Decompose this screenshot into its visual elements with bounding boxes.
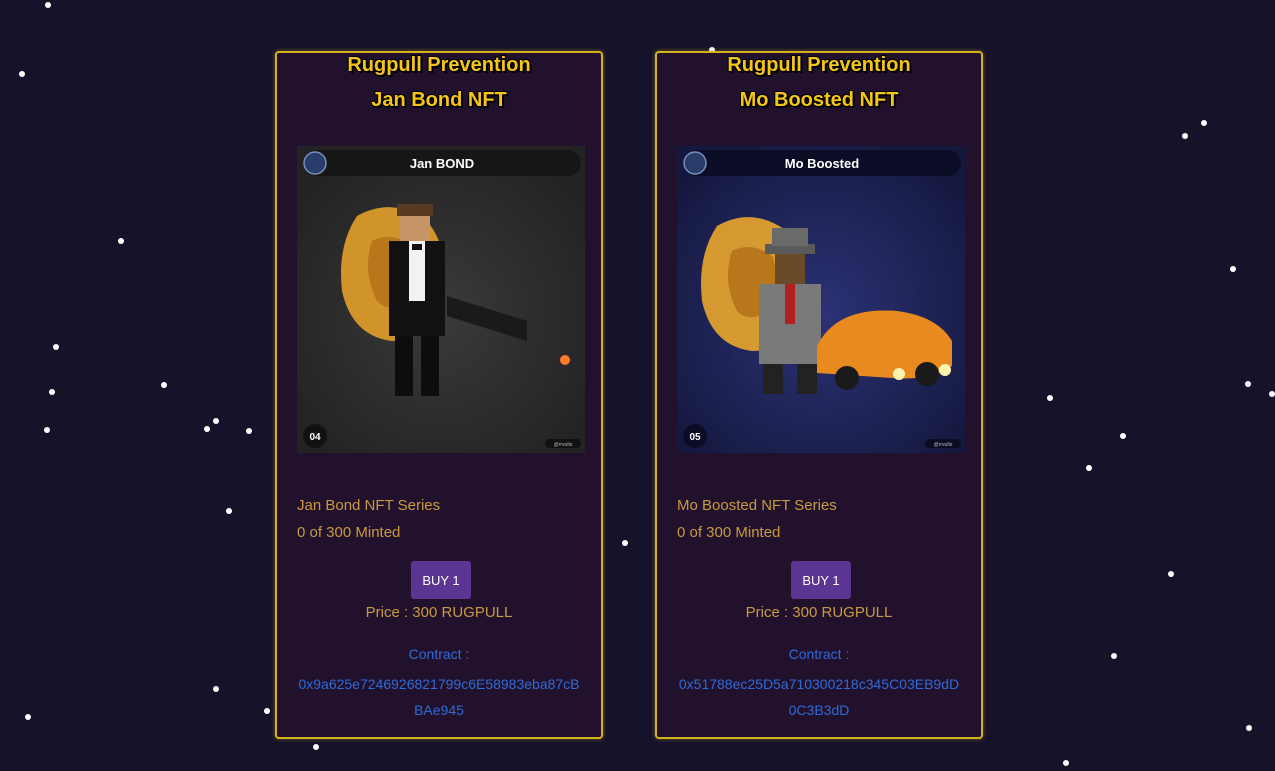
series-name: Mo Boosted NFT Series — [677, 497, 837, 514]
image-number: 04 — [309, 432, 321, 443]
star — [161, 382, 167, 388]
nft-image: Mo Boosted 05 @rrvults — [677, 146, 965, 453]
star — [1182, 133, 1188, 139]
starfield-background — [0, 0, 1275, 771]
star — [45, 2, 51, 8]
card-title-line1: Rugpull Prevention — [727, 54, 911, 76]
contract-address-link[interactable]: 0x9a625e7246926821799c6E58983eba87cBBAe9… — [295, 671, 583, 723]
price-text: Price : 300 RUGPULL — [745, 604, 893, 621]
star — [264, 708, 270, 714]
star — [622, 540, 628, 546]
star — [1246, 725, 1252, 731]
nft-card-jan-bond: Rugpull Prevention Jan Bond NFT Jan BOND — [275, 51, 603, 739]
star — [1111, 653, 1117, 659]
image-watermark: @rrvults — [934, 442, 953, 448]
star — [53, 344, 59, 350]
nft-card-mo-boosted: Rugpull Prevention Mo Boosted NFT Mo Boo… — [655, 51, 983, 739]
nft-image: Jan BOND 04 @rrvults — [297, 146, 585, 453]
avatar-icon — [683, 151, 707, 175]
buy-button[interactable]: BUY 1 — [411, 561, 471, 599]
contract-label: Contract : — [788, 646, 850, 662]
star — [19, 71, 25, 77]
card-title-line2: Mo Boosted NFT — [739, 89, 899, 111]
minted-count: 0 of 300 Minted — [677, 524, 781, 541]
star — [213, 418, 219, 424]
star — [1120, 433, 1126, 439]
star — [213, 686, 219, 692]
image-number: 05 — [689, 432, 701, 443]
star — [1047, 395, 1053, 401]
card-title-line1: Rugpull Prevention — [347, 54, 531, 76]
series-name: Jan Bond NFT Series — [297, 497, 441, 514]
avatar-icon — [303, 151, 327, 175]
star — [44, 427, 50, 433]
star — [1245, 381, 1251, 387]
star — [1168, 571, 1174, 577]
star — [313, 744, 319, 750]
contract-label: Contract : — [408, 646, 470, 662]
star — [1230, 266, 1236, 272]
card-title-line2: Jan Bond NFT — [371, 89, 507, 111]
star — [1086, 465, 1092, 471]
star — [1201, 120, 1207, 126]
star — [25, 714, 31, 720]
star — [49, 389, 55, 395]
image-banner-text: Jan BOND — [410, 156, 474, 171]
minted-count: 0 of 300 Minted — [297, 524, 401, 541]
star — [1269, 391, 1275, 397]
buy-button[interactable]: BUY 1 — [791, 561, 851, 599]
star — [226, 508, 232, 514]
star — [118, 238, 124, 244]
star — [246, 428, 252, 434]
contract-address-link[interactable]: 0x51788ec25D5a710300218c345C03EB9dD0C3B3… — [675, 671, 963, 723]
image-watermark: @rrvults — [554, 442, 573, 448]
price-text: Price : 300 RUGPULL — [365, 604, 513, 621]
image-banner-text: Mo Boosted — [785, 156, 859, 171]
star — [1063, 760, 1069, 766]
star — [204, 426, 210, 432]
